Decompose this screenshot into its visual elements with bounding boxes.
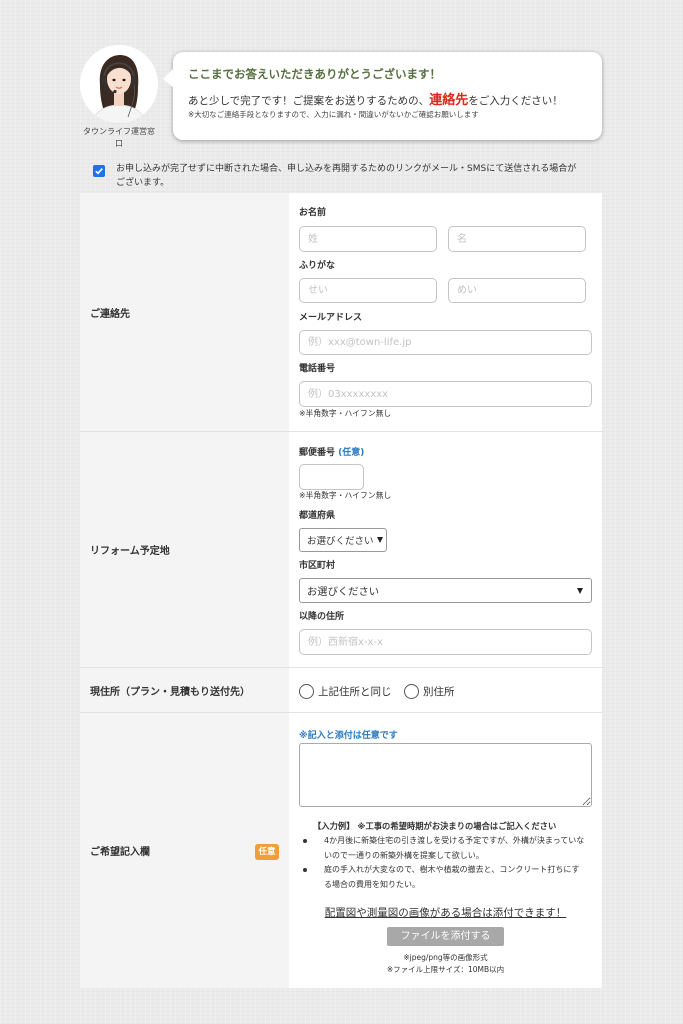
avatar-headset-ear-left <box>101 76 107 85</box>
operator-avatar <box>80 45 158 123</box>
avatar-eye-right <box>122 78 126 82</box>
check-icon <box>95 168 103 175</box>
prefecture-select[interactable]: お選びください <box>299 528 387 552</box>
form-row-current-address: 現住所（プラン・見積もり送付先） 上記住所と同じ 別住所 <box>80 668 602 713</box>
avatar-headset-ear-right <box>131 76 137 85</box>
radio-same-address[interactable]: 上記住所と同じ <box>299 683 392 699</box>
row-label-request: ご希望記入欄 任意 <box>80 713 289 988</box>
city-label: 市区町村 <box>299 561 336 571</box>
speech-bubble: ここまでお答えいただきありがとうございます！ あと少しで完了です！ご提案をお送り… <box>163 52 602 140</box>
form-row-request: ご希望記入欄 任意 ※記入と添付は任意です 【入力例】 ※工事の希望時期がお決ま… <box>80 713 602 988</box>
bubble-lead-highlight: 連絡先 <box>429 93 469 108</box>
row-body-contact: お名前 ふりがな メールアドレス 電話番号 ※半角数字・ハイフン無し <box>289 193 602 431</box>
phone-input[interactable] <box>299 381 592 407</box>
postal-label: 郵便番号 (任意) <box>299 447 364 459</box>
radio-same-address-label[interactable]: 上記住所と同じ <box>318 684 392 699</box>
operator-name: タウンライフ運営窓口 <box>83 127 155 148</box>
form-row-site: リフォーム予定地 郵便番号 (任意) ※半角数字・ハイフン無し 都道府県 お選び… <box>80 432 602 668</box>
avatar-headset-mic <box>113 89 117 94</box>
request-optional-note: ※記入と添付は任意です <box>299 731 398 741</box>
radio-other-address-label[interactable]: 別住所 <box>423 684 455 699</box>
example-item: 4か月後に新築住宅の引き渡しを受ける予定ですが、外構が決まっていないので一通りの… <box>303 834 586 863</box>
attach-file-button[interactable]: ファイルを添付する <box>387 927 504 946</box>
file-format-note: ※jpeg/png等の画像形式 <box>403 953 488 962</box>
postal-optional-tag: (任意) <box>338 448 365 458</box>
bubble-lead-before: あと少しで完了です！ご提案をお送りするための、 <box>188 95 430 107</box>
bubble-lead: あと少しで完了です！ご提案をお送りするための、連絡先をご入力ください！ <box>188 93 563 109</box>
name-label: お名前 <box>299 208 327 218</box>
radio-icon[interactable] <box>299 683 314 699</box>
prefecture-label: 都道府県 <box>299 511 336 521</box>
row-label-contact: ご連絡先 <box>80 193 289 431</box>
prefecture-select-value: お選びください <box>307 536 374 547</box>
bullet-dot <box>303 839 307 843</box>
postal-code-input[interactable] <box>299 464 364 490</box>
request-textarea[interactable] <box>299 743 592 807</box>
resume-notice-text: お申し込みが完了せずに中断された場合、申し込みを再開するためのリンクがメール・S… <box>116 164 577 188</box>
row-label-current-address-text: 現住所（プラン・見積もり送付先） <box>90 686 250 698</box>
phone-label: 電話番号 <box>299 364 336 374</box>
email-label: メールアドレス <box>299 313 363 323</box>
example-item: 庭の手入れが大変なので、樹木や植栽の撤去と、コンクリート打ちにする場合の費用を知… <box>303 863 586 892</box>
bubble-note: ※大切なご連絡手段となりますので、入力に漏れ・間違いがないかご確認お願いします <box>188 110 479 119</box>
resume-checkbox[interactable] <box>93 165 105 177</box>
phone-note: ※半角数字・ハイフン無し <box>299 409 392 418</box>
address-label: 以降の住所 <box>299 612 345 622</box>
operator-headset-avatar-icon <box>80 45 158 123</box>
address-input[interactable] <box>299 629 592 655</box>
row-label-site-text: リフォーム予定地 <box>90 546 170 557</box>
bubble-title: ここまでお答えいただきありがとうございます！ <box>188 67 441 81</box>
contact-form: ご連絡先 お名前 ふりがな メールアドレス 電話番号 ※半角数字・ハイフン無し … <box>80 193 602 988</box>
row-label-site: リフォーム予定地 <box>80 432 289 667</box>
postal-note: ※半角数字・ハイフン無し <box>299 491 392 500</box>
file-size-note: ※ファイル上限サイズ：10MB以内 <box>386 965 505 974</box>
form-row-contact: ご連絡先 お名前 ふりがな メールアドレス 電話番号 ※半角数字・ハイフン無し <box>80 193 602 432</box>
last-name-input[interactable] <box>299 226 437 252</box>
row-body-site: 郵便番号 (任意) ※半角数字・ハイフン無し 都道府県 お選びください 市区町村… <box>289 432 602 667</box>
row-label-contact-text: ご連絡先 <box>90 308 130 320</box>
first-name-kana-input[interactable] <box>448 278 586 303</box>
last-name-kana-input[interactable] <box>299 278 437 303</box>
row-label-request-text: ご希望記入欄 <box>90 847 150 858</box>
caret-down-icon <box>577 588 583 594</box>
example-item-text: 庭の手入れが大変なので、樹木や植栽の撤去と、コンクリート打ちにする場合の費用を知… <box>324 865 580 889</box>
row-label-current-address: 現住所（プラン・見積もり送付先） <box>80 668 289 712</box>
example-heading: 【入力例】 ※工事の希望時期がお決まりの場合はご記入ください <box>313 821 557 831</box>
radio-other-address[interactable]: 別住所 <box>404 683 455 699</box>
radio-icon[interactable] <box>404 683 419 699</box>
first-name-input[interactable] <box>448 226 586 252</box>
speech-bubble-tail <box>163 68 174 88</box>
attach-prompt-text: 配置図や測量図の画像がある場合は添付できます！ <box>324 907 567 919</box>
bubble-lead-after: をご入力ください！ <box>468 95 563 107</box>
postal-label-text: 郵便番号 <box>299 448 336 458</box>
example-list: 4か月後に新築住宅の引き渡しを受ける予定ですが、外構が決まっていないので一通りの… <box>303 834 586 892</box>
avatar-eye-left <box>112 78 116 82</box>
email-input[interactable] <box>299 330 592 355</box>
city-select-value: お選びください <box>307 586 380 598</box>
caret-down-icon <box>376 537 383 543</box>
example-item-text: 4か月後に新築住宅の引き渡しを受ける予定ですが、外構が決まっていないので一通りの… <box>324 836 585 860</box>
attach-prompt: 配置図や測量図の画像がある場合は添付できます！ <box>289 906 602 920</box>
bullet-dot <box>303 868 307 872</box>
row-body-current-address: 上記住所と同じ 別住所 <box>289 668 602 712</box>
kana-label: ふりがな <box>299 261 336 271</box>
row-body-request: ※記入と添付は任意です 【入力例】 ※工事の希望時期がお決まりの場合はご記入くだ… <box>289 713 602 988</box>
city-select[interactable]: お選びください <box>299 578 592 603</box>
optional-badge: 任意 <box>255 844 279 860</box>
